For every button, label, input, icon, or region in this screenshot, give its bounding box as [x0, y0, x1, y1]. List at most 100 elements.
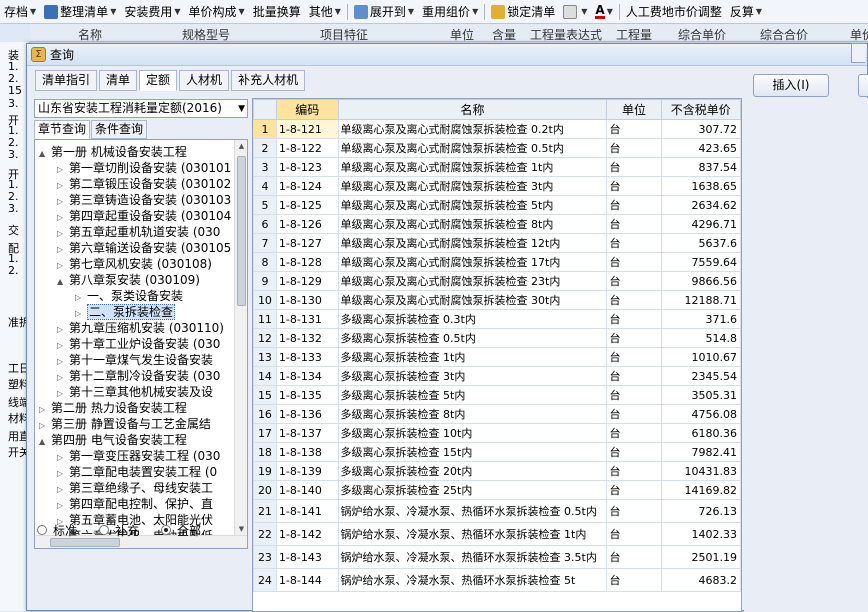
cell-price[interactable]: 7559.64	[660, 252, 741, 272]
cell-unit[interactable]: 台	[606, 568, 662, 592]
cell-code[interactable]: 1-8-142	[275, 522, 339, 546]
header-code[interactable]: 编码	[275, 99, 339, 120]
cell-unit[interactable]: 台	[606, 423, 662, 443]
tree-node[interactable]: ▷ 第九章压缩机安装 (030110)	[57, 320, 224, 336]
tree-node[interactable]: ▷ 第二章锻压设备安装 (030102	[57, 176, 231, 192]
table-row[interactable]: 7 1-8-127 单级离心泵及离心式耐腐蚀泵拆装检查 12t内台 5637.6	[253, 233, 741, 253]
table-row[interactable]: 24 1-8-144 锅炉给水泵、冷凝水泵、热循环水泵拆装检查 5t 台 4683.2	[253, 568, 741, 592]
toolbar-item-reuse-price[interactable]: 重用组价 ▼	[418, 1, 482, 23]
cell-code[interactable]: 1-8-144	[275, 568, 339, 592]
cell-code[interactable]: 1-8-139	[275, 461, 339, 481]
cell-name[interactable]: 多级离心泵拆装检查 0.5t内	[337, 328, 608, 348]
cell-code[interactable]: 1-8-124	[275, 176, 339, 196]
toolbar-item-labor-adjust[interactable]: 人工费地市价调整	[622, 1, 726, 23]
row-number[interactable]: 3	[253, 157, 277, 177]
cell-price[interactable]: 4756.08	[660, 404, 741, 424]
insert-button[interactable]: 插入(I)	[753, 74, 829, 97]
cell-name[interactable]: 单级离心泵及离心式耐腐蚀泵拆装检查 3t内	[337, 176, 608, 196]
table-row[interactable]: 6 1-8-126 单级离心泵及离心式耐腐蚀泵拆装检查 8t内台 4296.71	[253, 214, 741, 234]
cell-unit[interactable]: 台	[606, 404, 662, 424]
cell-code[interactable]: 1-8-123	[275, 157, 339, 177]
tree-node[interactable]: ▷ 二、泵拆装检查	[75, 304, 176, 320]
tree-node[interactable]: ▷ 第一章变压器安装工程 (030	[57, 448, 220, 464]
cell-unit[interactable]: 台	[606, 545, 662, 569]
table-row[interactable]: 20 1-8-140 多级离心泵拆装检查 25t内台 14169.82	[253, 480, 741, 500]
cell-code[interactable]: 1-8-131	[275, 309, 339, 329]
cell-price[interactable]: 2501.19	[660, 545, 741, 569]
radio-all[interactable]: 全部	[161, 522, 201, 539]
cell-code[interactable]: 1-8-128	[275, 252, 339, 272]
tree-node[interactable]: ▲ 第四册 电气设备安装工程	[39, 432, 187, 448]
tree-node[interactable]: ▷ 第十二章制冷设备安装 (030	[57, 368, 220, 384]
tree-node[interactable]: ▷ 第十一章煤气发生设备安装	[57, 352, 213, 368]
header-unit[interactable]: 单位	[606, 99, 662, 120]
cell-name[interactable]: 锅炉给水泵、冷凝水泵、热循环水泵拆装检查 0.5t内	[337, 499, 608, 523]
row-number[interactable]: 19	[253, 461, 277, 481]
tab-condition-search[interactable]: 条件查询	[91, 120, 148, 139]
cell-name[interactable]: 多级离心泵拆装检查 10t内	[337, 423, 608, 443]
tree-node[interactable]: ▷ 第七章风机安装 (030108)	[57, 256, 212, 272]
collapse-icon[interactable]: ▲	[57, 274, 69, 290]
cell-name[interactable]: 单级离心泵及离心式耐腐蚀泵拆装检查 12t内	[337, 233, 608, 253]
row-number[interactable]: 2	[253, 138, 277, 158]
toolbar-item-lock-list[interactable]: 锁定清单	[487, 1, 559, 23]
table-row[interactable]: 1 1-8-121 单级离心泵及离心式耐腐蚀泵拆装检查 0.2t内台 307.72	[253, 119, 741, 139]
tab-list-guide[interactable]: 清单指引	[35, 70, 98, 91]
tab-supplement-labor-material[interactable]: 补充人材机	[231, 70, 306, 91]
cell-unit[interactable]: 台	[606, 138, 662, 158]
cell-name[interactable]: 单级离心泵及离心式耐腐蚀泵拆装检查 0.2t内	[337, 119, 608, 139]
tree-node[interactable]: ▷ 第三章绝缘子、母线安装工	[57, 480, 213, 496]
cell-price[interactable]: 1010.67	[660, 347, 741, 367]
cell-price[interactable]: 4683.2	[660, 568, 741, 592]
table-row[interactable]: 10 1-8-130 单级离心泵及离心式耐腐蚀泵拆装检查 30t内台 12188.71	[253, 290, 741, 310]
cell-price[interactable]: 2634.62	[660, 195, 741, 215]
cell-code[interactable]: 1-8-141	[275, 499, 339, 523]
cell-unit[interactable]: 台	[606, 309, 662, 329]
cell-price[interactable]: 9866.56	[660, 271, 741, 291]
cell-unit[interactable]: 台	[606, 347, 662, 367]
cell-name[interactable]: 单级离心泵及离心式耐腐蚀泵拆装检查 0.5t内	[337, 138, 608, 158]
cell-price[interactable]: 7982.41	[660, 442, 741, 462]
radio-supplement[interactable]: 补充	[99, 522, 139, 539]
header-price[interactable]: 不含税单价	[660, 99, 741, 120]
table-row[interactable]: 9 1-8-129 单级离心泵及离心式耐腐蚀泵拆装检查 23t内台 9866.56	[253, 271, 741, 291]
row-number[interactable]: 9	[253, 271, 277, 291]
table-row[interactable]: 14 1-8-134 多级离心泵拆装检查 3t内台 2345.54	[253, 366, 741, 386]
cell-unit[interactable]: 台	[606, 366, 662, 386]
cell-name[interactable]: 多级离心泵拆装检查 25t内	[337, 480, 608, 500]
collapse-icon[interactable]: ▲	[39, 434, 51, 450]
toolbar-item-save[interactable]: 存档 ▼	[0, 1, 40, 23]
cell-unit[interactable]: 台	[606, 499, 662, 523]
cell-unit[interactable]: 台	[606, 119, 662, 139]
tree-node[interactable]: ▷ 第十章工业炉设备安装 (030	[57, 336, 220, 352]
cell-name[interactable]: 锅炉给水泵、冷凝水泵、热循环水泵拆装检查 5t	[337, 568, 608, 592]
row-number[interactable]: 20	[253, 480, 277, 500]
quota-library-select[interactable]: 山东省安装工程消耗量定额(2016) ▼	[34, 99, 248, 118]
table-row[interactable]: 23 1-8-143 锅炉给水泵、冷凝水泵、热循环水泵拆装检查 3.5t内台 2501…	[253, 545, 741, 569]
cell-code[interactable]: 1-8-126	[275, 214, 339, 234]
tree-node[interactable]: ▷ 第四章起重设备安装 (030104	[57, 208, 231, 224]
toolbar-item-font-color[interactable]: A ▼	[591, 1, 616, 23]
cell-price[interactable]: 514.8	[660, 328, 741, 348]
toolbar-item-batch-convert[interactable]: 批量换算	[249, 1, 305, 23]
cell-name[interactable]: 多级离心泵拆装检查 1t内	[337, 347, 608, 367]
row-number[interactable]: 14	[253, 366, 277, 386]
cell-unit[interactable]: 台	[606, 214, 662, 234]
tree-node[interactable]: ▲ 第一册 机械设备安装工程	[39, 144, 187, 160]
cell-name[interactable]: 多级离心泵拆装检查 15t内	[337, 442, 608, 462]
cell-name[interactable]: 单级离心泵及离心式耐腐蚀泵拆装检查 1t内	[337, 157, 608, 177]
tree-node[interactable]: ▷ 第三章铸造设备安装 (030103	[57, 192, 231, 208]
tree-node[interactable]: ▷ 第六章输送设备安装 (030105	[57, 240, 231, 256]
cell-price[interactable]: 307.72	[660, 119, 741, 139]
cell-unit[interactable]: 台	[606, 442, 662, 462]
scroll-up-icon[interactable]: ▲	[235, 140, 247, 153]
tab-quota[interactable]: 定额	[139, 70, 178, 91]
table-row[interactable]: 4 1-8-124 单级离心泵及离心式耐腐蚀泵拆装检查 3t内台 1638.65	[253, 176, 741, 196]
cell-code[interactable]: 1-8-122	[275, 138, 339, 158]
cell-unit[interactable]: 台	[606, 157, 662, 177]
collapse-icon[interactable]: ▲	[39, 146, 51, 162]
tree-node[interactable]: ▷ 第三册 静置设备与工艺金属结	[39, 416, 211, 432]
tree-node[interactable]: ▷ 第十三章其他机械安装及设	[57, 384, 213, 400]
tree-node[interactable]: ▷ 一、泵类设备安装	[75, 288, 183, 304]
row-number[interactable]: 17	[253, 423, 277, 443]
